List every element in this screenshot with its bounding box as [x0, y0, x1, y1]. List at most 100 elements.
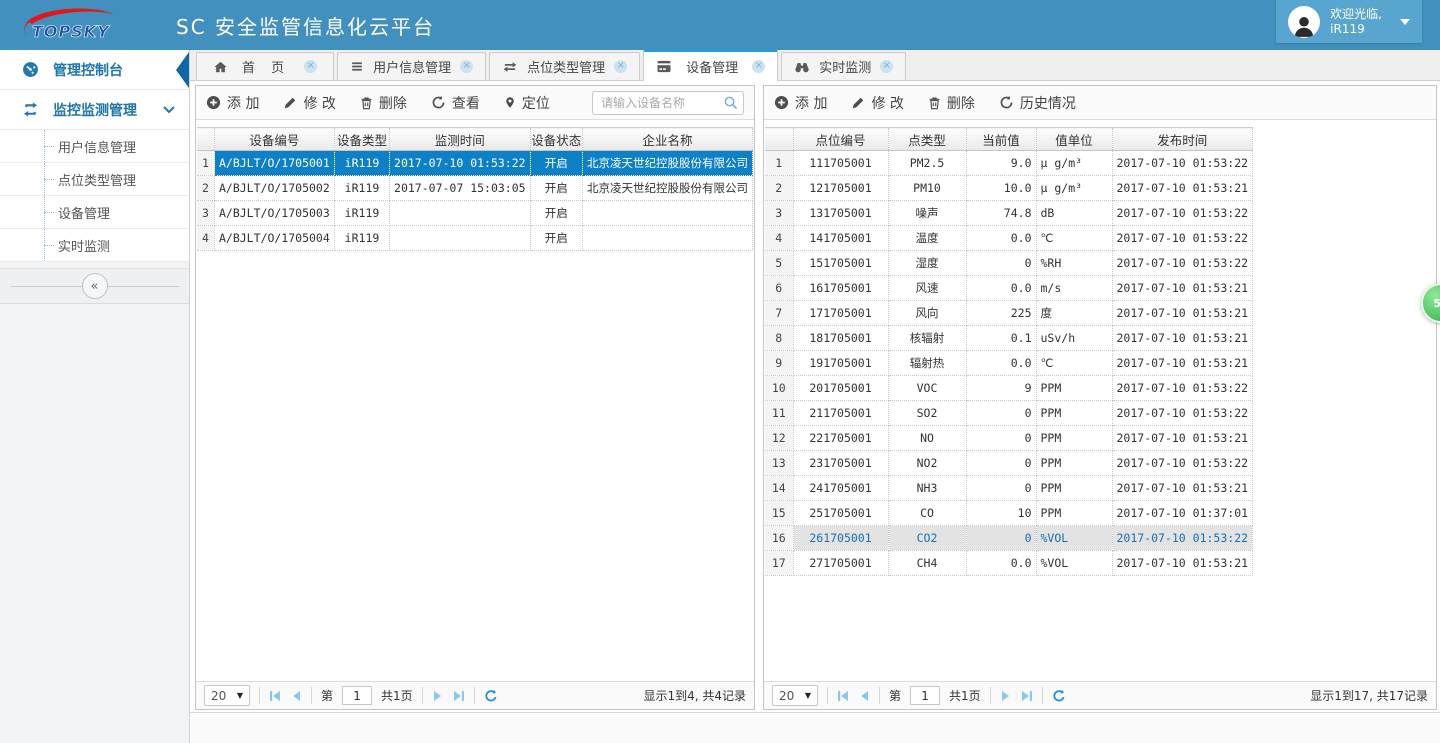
- cell-point_id[interactable]: 181705001: [793, 326, 888, 351]
- table-row[interactable]: 1A/BJLT/O/1705001iR1192017-07-10 01:53:2…: [197, 151, 753, 176]
- cell-device_type[interactable]: iR119: [334, 151, 389, 176]
- cell-unit[interactable]: PPM: [1036, 476, 1112, 501]
- table-row[interactable]: 6161705001风速0.0m/s2017-07-10 01:53:21: [765, 276, 1253, 301]
- cell-device_id[interactable]: A/BJLT/O/1705003: [214, 201, 334, 226]
- cell-no[interactable]: 9: [765, 351, 793, 376]
- tab-0[interactable]: 首 页×: [196, 52, 334, 80]
- column-header[interactable]: 值单位: [1036, 128, 1112, 151]
- column-header[interactable]: 发布时间: [1112, 128, 1253, 151]
- close-icon[interactable]: ×: [304, 60, 317, 73]
- cell-publish_time[interactable]: 2017-07-10 01:53:21: [1112, 426, 1253, 451]
- cell-point_id[interactable]: 231705001: [793, 451, 888, 476]
- close-icon[interactable]: ×: [880, 60, 893, 73]
- tab-3[interactable]: 设备管理×: [643, 50, 778, 81]
- table-row[interactable]: 9191705001辐射热0.0℃2017-07-10 01:53:21: [765, 351, 1253, 376]
- column-header[interactable]: 监测时间: [390, 128, 531, 151]
- cell-no[interactable]: 3: [197, 201, 214, 226]
- cell-no[interactable]: 14: [765, 476, 793, 501]
- cell-no[interactable]: 13: [765, 451, 793, 476]
- sidebar-item-dashboard[interactable]: 管理控制台: [0, 50, 189, 90]
- cell-status[interactable]: 开启: [530, 201, 582, 226]
- cell-unit[interactable]: PPM: [1036, 426, 1112, 451]
- sidebar-item-monitor-management[interactable]: 监控监测管理: [0, 90, 189, 130]
- cell-unit[interactable]: PPM: [1036, 501, 1112, 526]
- cell-point_type[interactable]: 风速: [888, 276, 966, 301]
- prev-page-button[interactable]: [290, 690, 302, 702]
- cell-unit[interactable]: m/s: [1036, 276, 1112, 301]
- cell-device_type[interactable]: iR119: [334, 176, 389, 201]
- cell-company[interactable]: 北京凌天世纪控股股份有限公司: [582, 176, 752, 201]
- cell-device_type[interactable]: iR119: [334, 201, 389, 226]
- column-header[interactable]: 点类型: [888, 128, 966, 151]
- cell-point_id[interactable]: 271705001: [793, 551, 888, 576]
- cell-unit[interactable]: ℃: [1036, 226, 1112, 251]
- cell-no[interactable]: 7: [765, 301, 793, 326]
- cell-value[interactable]: 0: [966, 476, 1036, 501]
- cell-unit[interactable]: 度: [1036, 301, 1112, 326]
- cell-point_type[interactable]: CO2: [888, 526, 966, 551]
- cell-no[interactable]: 4: [197, 226, 214, 251]
- page-size-select[interactable]: 20▼: [772, 685, 818, 706]
- cell-no[interactable]: 1: [197, 151, 214, 176]
- column-header[interactable]: 设备状态: [530, 128, 582, 151]
- cell-point_type[interactable]: PM2.5: [888, 151, 966, 176]
- table-row[interactable]: 11211705001SO20PPM2017-07-10 01:53:22: [765, 401, 1253, 426]
- cell-unit[interactable]: uSv/h: [1036, 326, 1112, 351]
- cell-unit[interactable]: %VOL: [1036, 551, 1112, 576]
- refresh-button[interactable]: [1052, 689, 1066, 703]
- cell-point_type[interactable]: 核辐射: [888, 326, 966, 351]
- cell-point_id[interactable]: 221705001: [793, 426, 888, 451]
- cell-point_type[interactable]: NH3: [888, 476, 966, 501]
- table-row[interactable]: 15251705001CO10PPM2017-07-10 01:37:01: [765, 501, 1253, 526]
- cell-unit[interactable]: dB: [1036, 201, 1112, 226]
- table-row[interactable]: 13231705001NO20PPM2017-07-10 01:53:22: [765, 451, 1253, 476]
- cell-publish_time[interactable]: 2017-07-10 01:37:01: [1112, 501, 1253, 526]
- cell-value[interactable]: 0.0: [966, 276, 1036, 301]
- cell-point_type[interactable]: SO2: [888, 401, 966, 426]
- cell-status[interactable]: 开启: [530, 226, 582, 251]
- cell-point_id[interactable]: 241705001: [793, 476, 888, 501]
- table-row[interactable]: 3131705001噪声74.8dB2017-07-10 01:53:22: [765, 201, 1253, 226]
- cell-publish_time[interactable]: 2017-07-10 01:53:22: [1112, 226, 1253, 251]
- cell-publish_time[interactable]: 2017-07-10 01:53:21: [1112, 301, 1253, 326]
- edit-button[interactable]: 修 改: [851, 93, 903, 113]
- locate-button[interactable]: 定位: [504, 93, 550, 113]
- cell-status[interactable]: 开启: [530, 176, 582, 201]
- table-row[interactable]: 3A/BJLT/O/1705003iR119 开启: [197, 201, 753, 226]
- cell-point_id[interactable]: 151705001: [793, 251, 888, 276]
- cell-company[interactable]: [582, 226, 752, 251]
- cell-value[interactable]: 225: [966, 301, 1036, 326]
- cell-no[interactable]: 5: [765, 251, 793, 276]
- tab-2[interactable]: 点位类型管理×: [489, 52, 640, 80]
- cell-point_id[interactable]: 211705001: [793, 401, 888, 426]
- close-icon[interactable]: ×: [752, 60, 765, 73]
- cell-value[interactable]: 0: [966, 251, 1036, 276]
- column-header[interactable]: 点位编号: [793, 128, 888, 151]
- cell-point_type[interactable]: CO: [888, 501, 966, 526]
- cell-device_type[interactable]: iR119: [334, 226, 389, 251]
- cell-point_id[interactable]: 191705001: [793, 351, 888, 376]
- cell-value[interactable]: 0.0: [966, 551, 1036, 576]
- cell-no[interactable]: 6: [765, 276, 793, 301]
- table-row[interactable]: 1111705001PM2.59.0μ g/m³2017-07-10 01:53…: [765, 151, 1253, 176]
- cell-point_id[interactable]: 261705001: [793, 526, 888, 551]
- cell-point_type[interactable]: 温度: [888, 226, 966, 251]
- cell-no[interactable]: 3: [765, 201, 793, 226]
- delete-button[interactable]: 删除: [360, 93, 407, 113]
- sidebar-collapse-button[interactable]: «: [0, 268, 189, 304]
- cell-value[interactable]: 10.0: [966, 176, 1036, 201]
- cell-no[interactable]: 15: [765, 501, 793, 526]
- cell-device_id[interactable]: A/BJLT/O/1705004: [214, 226, 334, 251]
- cell-no[interactable]: 10: [765, 376, 793, 401]
- cell-unit[interactable]: PPM: [1036, 401, 1112, 426]
- cell-monitor_time[interactable]: [390, 201, 531, 226]
- cell-unit[interactable]: %VOL: [1036, 526, 1112, 551]
- cell-no[interactable]: 1: [765, 151, 793, 176]
- cell-unit[interactable]: PPM: [1036, 451, 1112, 476]
- last-page-button[interactable]: [453, 690, 465, 702]
- cell-point_type[interactable]: NO2: [888, 451, 966, 476]
- sidebar-subitem-0[interactable]: 用户信息管理: [0, 130, 189, 163]
- cell-unit[interactable]: ℃: [1036, 351, 1112, 376]
- cell-point_id[interactable]: 131705001: [793, 201, 888, 226]
- cell-point_id[interactable]: 161705001: [793, 276, 888, 301]
